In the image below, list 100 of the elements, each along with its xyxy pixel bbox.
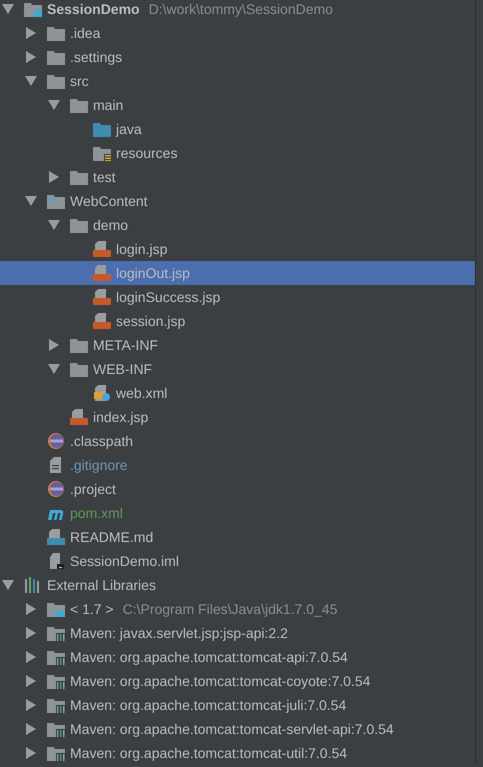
node-label: < 1.7 >	[70, 601, 114, 617]
folder-icon	[47, 73, 65, 89]
tree-row[interactable]: Maven: org.apache.tomcat:tomcat-api:7.0.54	[0, 645, 475, 669]
tree-row[interactable]: pom.xml	[0, 501, 475, 525]
node-label: pom.xml	[70, 505, 123, 521]
tree-row[interactable]: loginSuccess.jsp	[0, 285, 475, 309]
tree-row[interactable]: demo	[0, 213, 475, 237]
expanded-arrow-icon[interactable]	[25, 195, 37, 207]
markdown-file-icon	[47, 529, 65, 545]
library-folder-icon	[47, 625, 65, 641]
tree-row[interactable]: src	[0, 69, 475, 93]
tree-row[interactable]: < 1.7 > C:\Program Files\Java\jdk1.7.0_45	[0, 597, 475, 621]
tree-row[interactable]: java	[0, 117, 475, 141]
node-label: login.jsp	[116, 241, 168, 257]
jsp-file-icon	[70, 409, 88, 425]
node-label: resources	[116, 145, 178, 161]
library-folder-icon	[47, 673, 65, 689]
tree-row[interactable]: README.md	[0, 525, 475, 549]
collapsed-arrow-icon[interactable]	[48, 171, 60, 183]
library-folder-icon	[47, 721, 65, 737]
folder-icon	[70, 169, 88, 185]
collapsed-arrow-icon[interactable]	[25, 27, 37, 39]
node-label: .gitignore	[70, 457, 128, 473]
eclipse-icon	[47, 481, 65, 497]
node-label: loginOut.jsp	[116, 265, 190, 281]
collapsed-arrow-icon[interactable]	[25, 627, 37, 639]
tree-row[interactable]: Maven: org.apache.tomcat:tomcat-util:7.0.54	[0, 741, 475, 764]
node-label: WebContent	[70, 193, 148, 209]
module-folder-icon	[24, 1, 42, 17]
tree-row[interactable]: External Libraries	[0, 573, 475, 597]
expanded-arrow-icon[interactable]	[2, 579, 14, 591]
folder-icon	[70, 97, 88, 113]
node-label: demo	[93, 217, 128, 233]
node-label: Maven: javax.servlet.jsp:jsp-api:2.2	[70, 625, 288, 641]
node-label: Maven: org.apache.tomcat:tomcat-coyote:7.0.54	[70, 673, 370, 689]
collapsed-arrow-icon[interactable]	[25, 747, 37, 759]
folder-icon	[47, 25, 65, 41]
node-label: Maven: org.apache.tomcat:tomcat-util:7.0.54	[70, 745, 348, 761]
jsp-file-icon	[93, 241, 111, 257]
tree-row[interactable]: test	[0, 165, 475, 189]
node-label: test	[93, 169, 116, 185]
node-path: D:\work\tommy\SessionDemo	[148, 1, 333, 17]
tree-row[interactable]: .settings	[0, 45, 475, 69]
node-label: web.xml	[116, 385, 168, 401]
node-label: SessionDemo	[47, 1, 140, 17]
tree-row[interactable]: Maven: org.apache.tomcat:tomcat-coyote:7.0.54	[0, 669, 475, 693]
collapsed-arrow-icon[interactable]	[48, 339, 60, 351]
tree-row[interactable]: WEB-INF	[0, 357, 475, 381]
collapsed-arrow-icon[interactable]	[25, 651, 37, 663]
expanded-arrow-icon[interactable]	[48, 99, 60, 111]
library-folder-icon	[47, 697, 65, 713]
node-label: session.jsp	[116, 313, 186, 329]
jsp-file-icon	[93, 289, 111, 305]
tree-row[interactable]: session.jsp	[0, 309, 475, 333]
module-file-icon	[47, 553, 65, 569]
tree-row[interactable]: login.jsp	[0, 237, 475, 261]
jdk-folder-icon	[47, 601, 65, 617]
tree-row[interactable]: META-INF	[0, 333, 475, 357]
tree-row[interactable]: SessionDemo D:\work\tommy\SessionDemo	[0, 0, 475, 21]
tree-row[interactable]: .idea	[0, 21, 475, 45]
collapsed-arrow-icon[interactable]	[25, 51, 37, 63]
tree-row[interactable]: .project	[0, 477, 475, 501]
tree-row[interactable]: Maven: org.apache.tomcat:tomcat-juli:7.0.54	[0, 693, 475, 717]
collapsed-arrow-icon[interactable]	[25, 699, 37, 711]
collapsed-arrow-icon[interactable]	[25, 603, 37, 615]
tree-row[interactable]: index.jsp	[0, 405, 475, 429]
node-label: README.md	[70, 529, 154, 545]
node-path: C:\Program Files\Java\jdk1.7.0_45	[122, 601, 338, 617]
tree-row[interactable]: web.xml	[0, 381, 475, 405]
node-label: External Libraries	[47, 577, 156, 593]
node-label: .project	[70, 481, 116, 497]
expanded-arrow-icon[interactable]	[48, 219, 60, 231]
node-label: Maven: org.apache.tomcat:tomcat-juli:7.0.54	[70, 697, 346, 713]
node-label: .classpath	[70, 433, 134, 449]
collapsed-arrow-icon[interactable]	[25, 723, 37, 735]
tree-row[interactable]: .classpath	[0, 429, 475, 453]
node-label: loginSuccess.jsp	[116, 289, 220, 305]
folder-icon	[70, 337, 88, 353]
expanded-arrow-icon[interactable]	[48, 363, 60, 375]
tree-row[interactable]: Maven: javax.servlet.jsp:jsp-api:2.2	[0, 621, 475, 645]
libraries-icon	[24, 577, 42, 593]
node-label: src	[70, 73, 89, 89]
tree-row[interactable]: .gitignore	[0, 453, 475, 477]
jsp-file-icon	[93, 265, 111, 281]
tree-row[interactable]: SessionDemo.iml	[0, 549, 475, 573]
expanded-arrow-icon[interactable]	[25, 75, 37, 87]
node-label: index.jsp	[93, 409, 148, 425]
tree-row[interactable]: Maven: org.apache.tomcat:tomcat-servlet-api:7.0.54	[0, 717, 475, 741]
library-folder-icon	[47, 649, 65, 665]
tree-row[interactable]: resources	[0, 141, 475, 165]
library-folder-icon	[47, 745, 65, 761]
tree-row[interactable]: WebContent	[0, 189, 475, 213]
jsp-file-icon	[93, 313, 111, 329]
collapsed-arrow-icon[interactable]	[25, 675, 37, 687]
expanded-arrow-icon[interactable]	[2, 3, 14, 15]
xml-file-icon	[93, 385, 111, 401]
node-label: .idea	[70, 25, 100, 41]
node-label: WEB-INF	[93, 361, 152, 377]
node-label: META-INF	[93, 337, 158, 353]
tree-row[interactable]: main	[0, 93, 475, 117]
